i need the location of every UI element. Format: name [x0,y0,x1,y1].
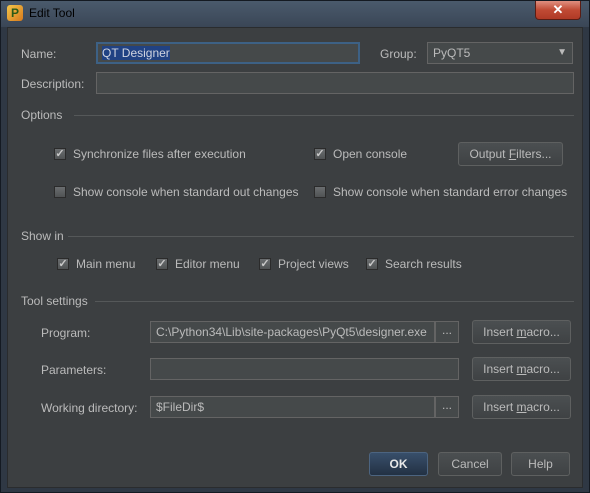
options-divider [74,115,574,116]
ok-button[interactable]: OK [369,452,428,476]
tool-settings-divider [95,301,574,302]
description-input[interactable] [96,72,574,94]
name-label: Name: [21,47,57,61]
working-directory-input[interactable]: $FileDir$ [150,396,435,418]
insert-macro-label-a: Insert [483,362,517,376]
editor-menu-checkbox[interactable]: ✓ Editor menu [156,257,240,271]
parameters-input[interactable] [150,358,459,380]
help-button[interactable]: Help [511,452,570,476]
main-menu-label: Main menu [76,257,136,271]
show-in-divider [68,236,574,237]
group-select[interactable]: PyQT5 ▼ [427,42,573,64]
check-icon: ✓ [54,148,66,160]
checkbox-box [54,186,66,198]
working-directory-browse-button[interactable]: ... [435,396,459,418]
insert-macro-mnemonic: m [516,325,527,339]
program-label: Program: [41,326,91,340]
editor-menu-label: Editor menu [175,257,240,271]
program-browse-button[interactable]: ... [435,321,459,343]
open-console-label: Open console [333,147,408,161]
insert-macro-label-a: Insert [483,400,517,414]
close-button[interactable]: ✕ [535,1,581,20]
main-menu-checkbox[interactable]: ✓ Main menu [57,257,135,271]
check-icon: ✓ [314,148,326,160]
working-directory-insert-macro-button[interactable]: Insert macro... [472,395,571,419]
check-icon: ✓ [366,258,378,270]
tool-settings-section-title: Tool settings [21,294,88,308]
output-filters-label-a: Output [469,147,509,161]
options-section-title: Options [21,108,63,122]
check-icon: ✓ [156,258,168,270]
edit-tool-dialog: P Edit Tool ✕ Name: QT Designer Group: P… [0,0,590,493]
insert-macro-mnemonic: m [516,400,527,414]
pycharm-icon: P [7,5,23,21]
project-views-label: Project views [278,257,349,271]
search-results-checkbox[interactable]: ✓ Search results [366,257,462,271]
description-label: Description: [21,77,85,91]
program-input[interactable]: C:\Python34\Lib\site-packages\PyQt5\desi… [150,321,435,343]
insert-macro-label-b: acro... [526,325,560,339]
cancel-button[interactable]: Cancel [438,452,502,476]
chevron-down-icon: ▼ [557,47,567,58]
name-input[interactable]: QT Designer [96,42,360,64]
program-insert-macro-button[interactable]: Insert macro... [472,320,571,344]
sync-files-checkbox[interactable]: ✓ Synchronize files after execution [54,147,246,161]
check-icon: ✓ [259,258,271,270]
project-views-checkbox[interactable]: ✓ Project views [259,257,349,271]
show-console-stderr-checkbox[interactable]: Show console when standard error changes [314,185,567,199]
checkbox-box [314,186,326,198]
name-value: QT Designer [102,46,170,60]
window-title: Edit Tool [29,6,75,20]
dialog-content: Name: QT Designer Group: PyQT5 ▼ Descrip… [7,27,583,488]
insert-macro-mnemonic: m [516,362,527,376]
show-console-stdout-checkbox[interactable]: Show console when standard out changes [54,185,299,199]
search-results-label: Search results [385,257,462,271]
show-console-stderr-label: Show console when standard error changes [333,185,568,199]
check-icon: ✓ [57,258,69,270]
output-filters-label-b: ilters... [516,147,552,161]
insert-macro-label-b: acro... [526,400,560,414]
open-console-checkbox[interactable]: ✓ Open console [314,147,407,161]
group-label: Group: [380,47,417,61]
insert-macro-label-b: acro... [526,362,560,376]
parameters-insert-macro-button[interactable]: Insert macro... [472,357,571,381]
working-directory-label: Working directory: [41,401,138,415]
output-filters-button[interactable]: Output Filters... [458,142,563,166]
title-bar[interactable]: P Edit Tool ✕ [1,1,589,27]
sync-files-label: Synchronize files after execution [73,147,246,161]
insert-macro-label-a: Insert [483,325,517,339]
group-value: PyQT5 [433,46,471,60]
show-in-section-title: Show in [21,229,64,243]
parameters-label: Parameters: [41,363,107,377]
show-console-stdout-label: Show console when standard out changes [73,185,299,199]
